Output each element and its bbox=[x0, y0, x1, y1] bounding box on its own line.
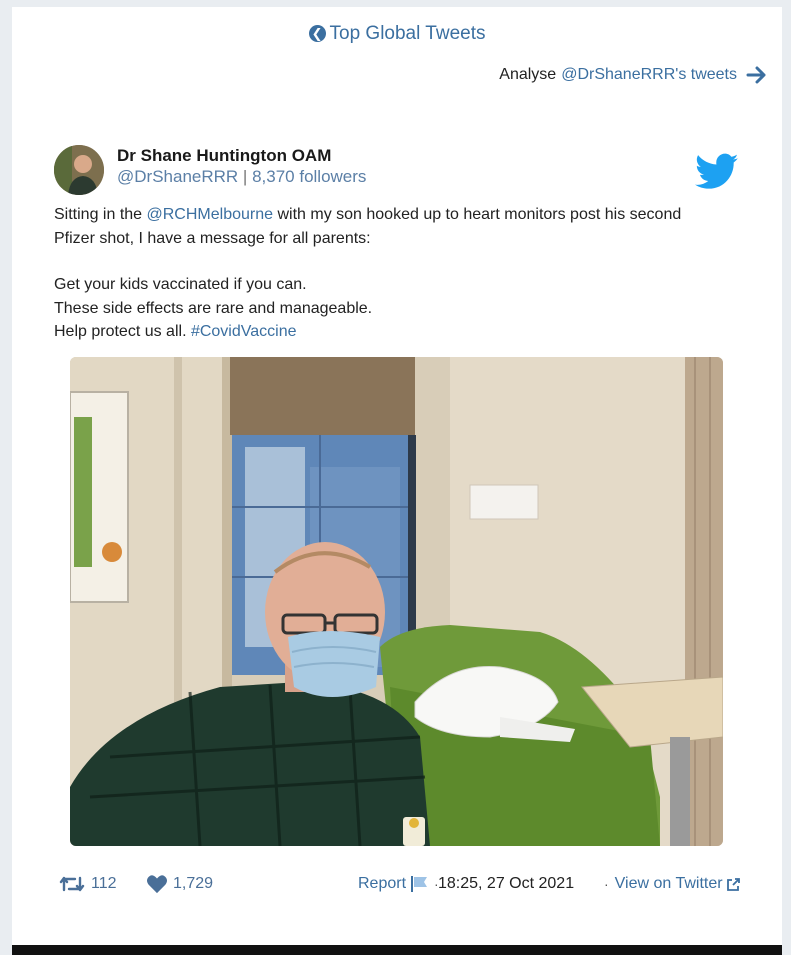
tweet-line: Sitting in the @RCHMelbourne with my son… bbox=[54, 206, 682, 223]
tweet-timestamp: 18:25, 27 Oct 2021 bbox=[438, 875, 575, 892]
like-button[interactable]: 1,729 bbox=[146, 871, 213, 897]
twitter-bird-icon[interactable] bbox=[695, 153, 739, 191]
tweet-line: Get your kids vaccinated if you can. bbox=[54, 276, 307, 293]
avatar[interactable] bbox=[54, 145, 104, 195]
circle-arrow-left-icon: ❮ bbox=[308, 25, 326, 42]
like-count: 1,729 bbox=[173, 875, 214, 892]
author-handle[interactable]: @DrShaneRRR bbox=[117, 167, 238, 186]
tweet-text: Sitting in the @RCHMelbourne with my son… bbox=[54, 203, 754, 344]
bottom-bar bbox=[12, 945, 782, 955]
view-on-twitter-link[interactable]: · View on Twitter bbox=[598, 871, 741, 897]
handle-separator: | bbox=[242, 167, 248, 186]
analyse-link[interactable]: Analyse @DrShaneRRR's tweets bbox=[499, 65, 768, 85]
view-on-twitter-label: View on Twitter bbox=[614, 875, 723, 892]
top-global-tweets-link[interactable]: ❮ Top Global Tweets bbox=[12, 23, 782, 45]
analyse-handle: @DrShaneRRR's tweets bbox=[561, 66, 737, 83]
retweet-icon bbox=[59, 876, 85, 892]
tweet-line: Pfizer shot, I have a message for all pa… bbox=[54, 229, 371, 247]
external-link-icon bbox=[726, 877, 740, 891]
author-name[interactable]: Dr Shane Huntington OAM bbox=[117, 146, 331, 166]
tweet-photo[interactable] bbox=[70, 357, 723, 846]
footer-separator: · bbox=[604, 876, 609, 892]
tweet-line: Help protect us all. #CovidVaccine bbox=[54, 323, 297, 340]
top-global-tweets-label: Top Global Tweets bbox=[329, 23, 486, 44]
retweet-button[interactable]: 112 bbox=[59, 871, 117, 897]
heart-icon bbox=[147, 875, 167, 894]
report-link[interactable]: Report · bbox=[358, 871, 445, 897]
arrow-right-icon bbox=[746, 66, 766, 84]
tweet-line: These side effects are rare and manageab… bbox=[54, 299, 373, 317]
tweet-card: ❮ Top Global Tweets Analyse @DrShaneRRR's… bbox=[12, 7, 782, 945]
follower-count: 8,370 followers bbox=[252, 167, 367, 186]
tweet-footer: 112 1,729 Report · 18:25, 27 Oct 2021 · … bbox=[12, 871, 782, 897]
flag-icon bbox=[411, 876, 428, 892]
analyse-prefix: Analyse bbox=[499, 66, 557, 83]
mention-link[interactable]: @RCHMelbourne bbox=[147, 206, 274, 223]
author-handle-line: @DrShaneRRR | 8,370 followers bbox=[117, 167, 366, 187]
report-label: Report bbox=[358, 875, 407, 892]
hashtag-link[interactable]: #CovidVaccine bbox=[191, 323, 297, 340]
retweet-count: 112 bbox=[91, 875, 117, 892]
